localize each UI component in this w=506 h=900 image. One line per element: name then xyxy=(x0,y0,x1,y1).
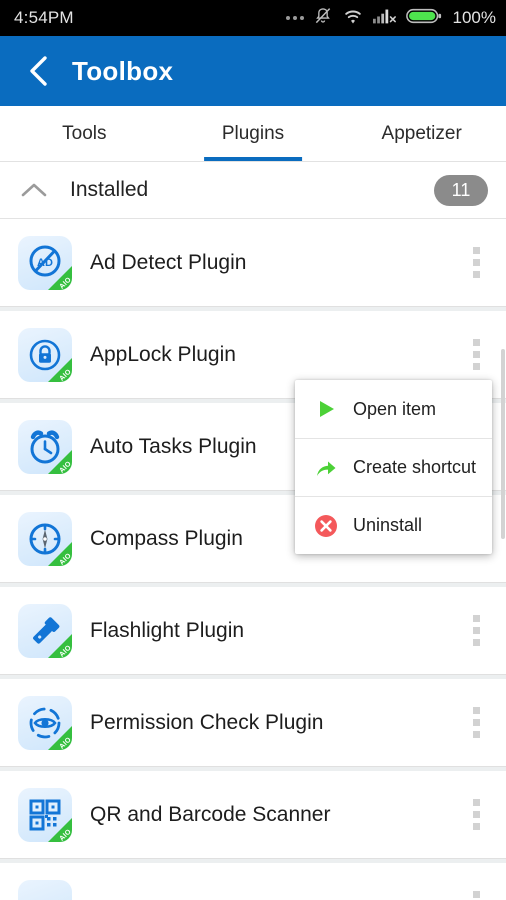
aio-ribbon: AIO xyxy=(47,448,72,474)
list-scrollbar[interactable] xyxy=(500,219,506,900)
wifi-icon xyxy=(342,7,364,30)
ad-block-icon: AD AIO xyxy=(18,235,72,290)
status-bar: 4:54PM 100% xyxy=(0,0,506,36)
list-item-label: QR and Barcode Scanner xyxy=(90,802,331,826)
aio-ribbon-label: AIO xyxy=(58,275,72,290)
aio-ribbon-label: AIO xyxy=(58,735,72,750)
list-item-label: Compass Plugin xyxy=(90,526,243,550)
app-bar: Toolbox xyxy=(0,36,506,106)
aio-ribbon-label: AIO xyxy=(58,827,72,842)
tab-bar: Tools Plugins Appetizer xyxy=(0,106,506,162)
aio-ribbon-label: AIO xyxy=(58,551,72,566)
list-item[interactable]: AIO QR and Barcode Scanner xyxy=(0,771,506,859)
back-chevron-icon xyxy=(30,56,47,86)
back-button[interactable] xyxy=(18,48,60,94)
installed-section-header[interactable]: Installed 11 xyxy=(0,162,506,219)
list-item[interactable]: AIO Permission Check Plugin xyxy=(0,679,506,767)
flashlight-icon: AIO xyxy=(18,603,72,658)
list-item-label: AppLock Plugin xyxy=(90,342,236,366)
more-dots-icon xyxy=(285,16,304,20)
aio-ribbon-label: AIO xyxy=(58,459,72,474)
menu-item-label: Create shortcut xyxy=(353,457,477,477)
list-item[interactable]: AD AIO Ad Detect Plugin xyxy=(0,219,506,307)
alarm-clock-icon: AIO xyxy=(18,419,72,474)
aio-ribbon: AIO xyxy=(47,264,72,290)
play-triangle-icon xyxy=(309,392,343,426)
list-item-label: Auto Tasks Plugin xyxy=(90,434,257,458)
aio-ribbon: AIO xyxy=(47,356,72,382)
status-icons: 100% xyxy=(285,6,496,31)
menu-item-uninstall[interactable]: Uninstall xyxy=(295,496,492,554)
qr-code-icon: AIO xyxy=(18,787,72,842)
compass-icon: AIO xyxy=(18,511,72,566)
aio-ribbon-label: AIO xyxy=(58,367,72,382)
aio-ribbon: AIO xyxy=(47,540,72,566)
eye-target-icon: AIO xyxy=(18,695,72,750)
overflow-dots-icon[interactable] xyxy=(456,601,496,661)
chevron-up-icon[interactable] xyxy=(14,170,54,210)
signal-no-service-icon xyxy=(372,7,397,30)
aio-ribbon: AIO xyxy=(47,632,72,658)
aio-ribbon: AIO xyxy=(47,816,72,842)
partial-icon: AIO xyxy=(18,879,72,900)
overflow-dots-icon[interactable] xyxy=(456,785,496,845)
list-item-label: Permission Check Plugin xyxy=(90,710,324,734)
plugin-list: AD AIO Ad Detect Plugin AIO xyxy=(0,219,506,900)
tab-tools-label: Tools xyxy=(62,122,107,144)
battery-percent: 100% xyxy=(452,8,496,27)
page-title: Toolbox xyxy=(72,55,174,86)
overflow-dots-icon[interactable] xyxy=(456,233,496,293)
overflow-dots-icon[interactable] xyxy=(456,325,496,385)
list-item[interactable]: AIO Flashlight Plugin xyxy=(0,587,506,675)
shortcut-arrow-icon xyxy=(309,451,343,485)
tab-plugins-label: Plugins xyxy=(221,122,285,144)
menu-item-label: Open item xyxy=(353,398,437,419)
overflow-dots-icon[interactable] xyxy=(456,877,496,900)
tab-appetizer-label: Appetizer xyxy=(381,122,462,144)
menu-item-open-item[interactable]: Open item xyxy=(295,380,492,438)
list-item[interactable]: AIO xyxy=(0,863,506,900)
vibrate-off-icon xyxy=(313,6,333,31)
menu-item-create-shortcut[interactable]: Create shortcut xyxy=(295,438,492,496)
list-item-label: Ad Detect Plugin xyxy=(90,250,247,274)
battery-full-icon xyxy=(405,7,442,30)
section-title: Installed xyxy=(70,178,149,201)
status-time: 4:54PM xyxy=(14,8,74,27)
uninstall-x-icon xyxy=(309,509,343,543)
menu-item-label: Uninstall xyxy=(353,515,423,535)
lock-icon: AIO xyxy=(18,327,72,382)
list-item-label: Flashlight Plugin xyxy=(90,618,245,642)
aio-ribbon: AIO xyxy=(47,724,72,750)
tab-plugins[interactable]: Plugins xyxy=(169,106,338,161)
tab-tools[interactable]: Tools xyxy=(0,106,169,161)
installed-count-badge: 11 xyxy=(434,174,488,206)
overflow-dots-icon[interactable] xyxy=(456,693,496,753)
scrollbar-thumb[interactable] xyxy=(501,349,505,539)
context-menu: Open item Create shortcut Uninstall xyxy=(295,380,492,554)
app-screen: 4:54PM 100% Toolbox Tools Plugins Appeti… xyxy=(0,0,506,900)
aio-ribbon-label: AIO xyxy=(58,643,72,658)
tab-appetizer[interactable]: Appetizer xyxy=(337,106,506,161)
tab-indicator-plugins xyxy=(204,157,302,161)
